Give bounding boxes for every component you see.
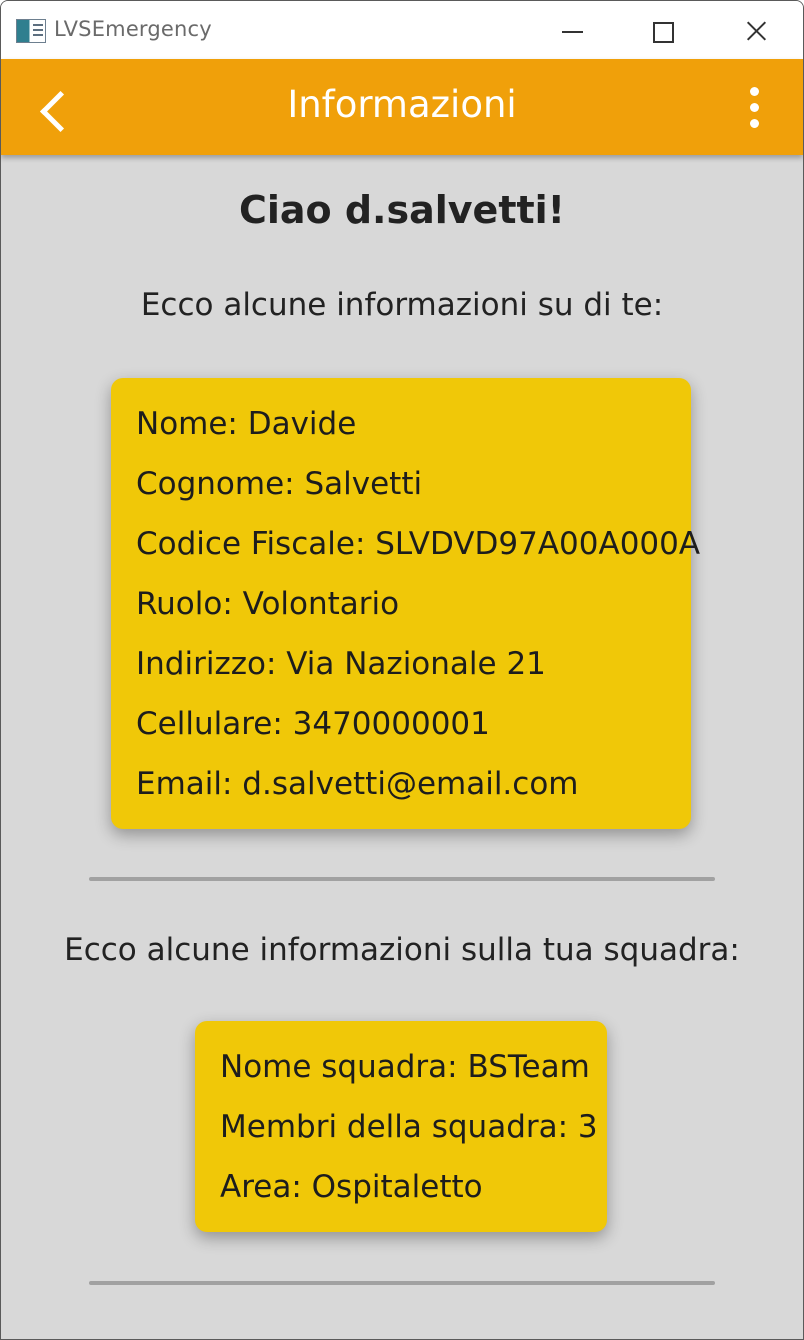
team-info-card: Nome squadra: BSTeam Membri della squadr… [195,1021,607,1232]
window-title: LVSEmergency [54,17,212,41]
app-icon [16,19,46,43]
team-area-line: Area: Ospitaletto [220,1169,483,1205]
more-vertical-icon [750,103,759,112]
more-options-button[interactable] [733,79,777,137]
user-tax-code-line: Codice Fiscale: SLVDVD97A00A000A [136,526,701,562]
minimize-button[interactable] [527,1,619,59]
more-vertical-icon [750,87,759,96]
user-address-line: Indirizzo: Via Nazionale 21 [136,646,546,682]
close-button[interactable] [709,1,801,59]
section-divider [89,1281,715,1285]
user-info-card: Nome: Davide Cognome: Salvetti Codice Fi… [111,378,701,829]
user-info-intro: Ecco alcune informazioni su di te: [140,287,664,323]
app-bar: Informazioni [1,59,803,155]
window-titlebar[interactable]: LVSEmergency [1,1,803,59]
information-content[interactable]: Ciao d.salvetti! Ecco alcune informazion… [1,155,803,1339]
page-title: Informazioni [287,83,517,126]
user-email-line: Email: d.salvetti@email.com [136,766,579,802]
more-vertical-icon [750,119,759,128]
user-name-line: Nome: Davide [136,406,357,442]
app-window: LVSEmergency Informazioni Ciao d.salvett… [0,0,804,1340]
team-info-intro: Ecco alcune informazioni sulla tua squad… [64,932,740,968]
user-surname-line: Cognome: Salvetti [136,466,423,502]
user-phone-line: Cellulare: 3470000001 [136,706,490,742]
maximize-button[interactable] [617,1,709,59]
team-members-line: Membri della squadra: 3 [220,1109,598,1145]
greeting-heading: Ciao d.salvetti! [238,188,566,232]
section-divider [89,877,715,881]
user-role-line: Ruolo: Volontario [136,586,400,622]
team-name-line: Nome squadra: BSTeam [220,1049,590,1085]
